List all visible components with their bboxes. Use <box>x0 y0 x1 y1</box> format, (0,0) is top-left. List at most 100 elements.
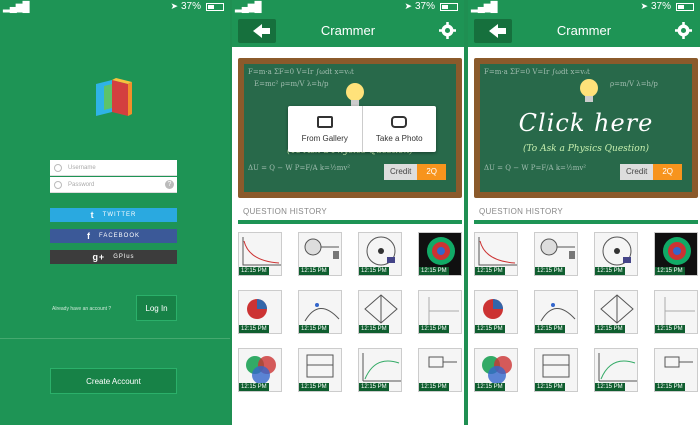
signal-icon: ▂▄▆█ <box>3 2 30 13</box>
question-thumbnail[interactable]: 12:15 PM <box>238 290 282 334</box>
password-field[interactable]: Password ? <box>50 177 177 193</box>
facebook-label: FACEBOOK <box>98 233 140 239</box>
question-thumbnail[interactable]: 12:15 PM <box>358 348 402 392</box>
timestamp-label: 12:15 PM <box>535 325 565 333</box>
credit-badge: Credit 2Q <box>383 164 446 180</box>
camera-icon <box>391 115 408 128</box>
login-screen: ▂▄▆█ ➤ 37% Username Password ? t TWITTER… <box>0 0 230 425</box>
username-placeholder: Username <box>68 164 96 171</box>
timestamp-label: 12:15 PM <box>359 325 389 333</box>
timestamp-label: 12:15 PM <box>535 383 565 391</box>
from-gallery-label: From Gallery <box>301 133 348 143</box>
question-thumbnail[interactable]: 12:15 PM <box>474 348 518 392</box>
question-thumbnail[interactable]: 12:15 PM <box>418 290 462 334</box>
battery-percent: 37% <box>650 1 671 12</box>
signal-icon: ▂▄▆█ <box>235 2 262 13</box>
twitter-label: TWITTER <box>102 212 137 218</box>
lock-icon <box>54 181 62 189</box>
gplus-label: GPlus <box>113 254 135 260</box>
battery-percent: 37% <box>414 1 435 12</box>
question-thumbnail[interactable]: 12:15 PM <box>358 232 402 276</box>
image-source-popup: From Gallery Take a Photo <box>288 106 436 152</box>
question-thumbnail[interactable]: 12:15 PM <box>654 290 698 334</box>
app-header: Crammer <box>468 16 700 47</box>
facebook-button[interactable]: f FACEBOOK <box>50 229 177 243</box>
app-title: Crammer <box>320 23 376 38</box>
question-thumbnail[interactable]: 12:15 PM <box>534 232 578 276</box>
timestamp-label: 12:15 PM <box>299 267 329 275</box>
question-thumbnail[interactable]: 12:15 PM <box>238 348 282 392</box>
timestamp-label: 12:15 PM <box>419 383 449 391</box>
question-thumbnail[interactable]: 12:15 PM <box>594 348 638 392</box>
question-thumbnail[interactable]: 12:15 PM <box>654 232 698 276</box>
chalkboard[interactable]: F=m·a ΣF=0 V=Ir ∫ωdt x=v₀t E=mc² ρ=m/V λ… <box>238 58 462 198</box>
timestamp-label: 12:15 PM <box>239 325 269 333</box>
take-photo-option[interactable]: Take a Photo <box>361 106 437 152</box>
question-thumbnail[interactable]: 12:15 PM <box>358 290 402 334</box>
screenshot-collage: ▂▄▆█ ➤ 37% Username Password ? t TWITTER… <box>0 0 700 425</box>
login-button[interactable]: Log In <box>136 295 177 321</box>
question-thumbnail[interactable]: 12:15 PM <box>238 232 282 276</box>
question-thumbnail[interactable]: 12:15 PM <box>594 232 638 276</box>
credit-label: Credit <box>383 164 418 180</box>
chalk-scribble: ρ=m/V λ=h/p <box>610 80 658 88</box>
timestamp-label: 12:15 PM <box>475 267 505 275</box>
timestamp-label: 12:15 PM <box>595 383 625 391</box>
question-thumbnail[interactable]: 12:15 PM <box>534 348 578 392</box>
create-account-button[interactable]: Create Account <box>50 368 177 394</box>
timestamp-label: 12:15 PM <box>655 325 685 333</box>
battery-icon <box>676 2 694 11</box>
question-thumbnail[interactable]: 12:15 PM <box>298 290 342 334</box>
timestamp-label: 12:15 PM <box>359 383 389 391</box>
question-thumbnail[interactable]: 12:15 PM <box>474 232 518 276</box>
help-icon[interactable]: ? <box>165 180 174 189</box>
status-bar: ▂▄▆█ ➤ 37% <box>232 0 464 16</box>
timestamp-label: 12:15 PM <box>655 383 685 391</box>
ask-hint-text: (To Ask a Physics Question) <box>522 144 650 154</box>
timestamp-label: 12:15 PM <box>595 325 625 333</box>
timestamp-label: 12:15 PM <box>299 383 329 391</box>
twitter-button[interactable]: t TWITTER <box>50 208 177 222</box>
chalk-scribble: ΔU = Q − W P=F/A k=½mv² <box>248 164 351 172</box>
gear-icon[interactable] <box>675 22 692 39</box>
status-bar: ▂▄▆█ ➤ 37% <box>468 0 700 16</box>
battery-icon <box>206 2 224 11</box>
question-thumbnail[interactable]: 12:15 PM <box>474 290 518 334</box>
question-thumbnail[interactable]: 12:15 PM <box>418 348 462 392</box>
question-thumbnail[interactable]: 12:15 PM <box>298 232 342 276</box>
timestamp-label: 12:15 PM <box>475 325 505 333</box>
from-gallery-option[interactable]: From Gallery <box>288 106 362 152</box>
password-placeholder: Password <box>68 181 95 188</box>
username-field[interactable]: Username <box>50 160 177 176</box>
app-header: Crammer <box>232 16 464 47</box>
section-divider <box>238 220 462 224</box>
credit-badge: Credit 2Q <box>619 164 682 180</box>
question-thumbnail[interactable]: 12:15 PM <box>298 348 342 392</box>
divider <box>0 338 230 339</box>
gplus-icon: g+ <box>92 252 106 262</box>
question-history-grid: 12:15 PM 12:15 PM 12:15 PM 12:15 PM 12:15 PM… <box>238 232 462 392</box>
credit-value: 2Q <box>653 164 682 180</box>
question-thumbnail[interactable]: 12:15 PM <box>654 348 698 392</box>
ask-question-screen: ▂▄▆█ ➤ 37% Crammer F=m·a ΣF=0 V=Ir ∫ωdt … <box>468 0 700 425</box>
take-photo-label: Take a Photo <box>375 133 423 143</box>
timestamp-label: 12:15 PM <box>655 267 685 275</box>
timestamp-label: 12:15 PM <box>299 325 329 333</box>
question-thumbnail[interactable]: 12:15 PM <box>418 232 462 276</box>
question-history-title: QUESTION HISTORY <box>243 207 328 216</box>
signal-icon: ▂▄▆█ <box>471 2 498 13</box>
location-icon: ➤ <box>640 1 648 11</box>
chalkboard[interactable]: F=m·a ΣF=0 V=Ir ∫ωdt x=v₀t ρ=m/V λ=h/p Δ… <box>474 58 698 198</box>
question-thumbnail[interactable]: 12:15 PM <box>534 290 578 334</box>
timestamp-label: 12:15 PM <box>239 383 269 391</box>
credit-label: Credit <box>619 164 654 180</box>
user-icon <box>54 164 62 172</box>
timestamp-label: 12:15 PM <box>239 267 269 275</box>
question-thumbnail[interactable]: 12:15 PM <box>594 290 638 334</box>
chalk-scribble: F=m·a ΣF=0 V=Ir ∫ωdt x=v₀t <box>484 68 590 76</box>
credit-value: 2Q <box>417 164 446 180</box>
location-icon: ➤ <box>170 1 178 11</box>
gplus-button[interactable]: g+ GPlus <box>50 250 177 264</box>
gear-icon[interactable] <box>439 22 456 39</box>
gallery-icon <box>316 115 333 128</box>
